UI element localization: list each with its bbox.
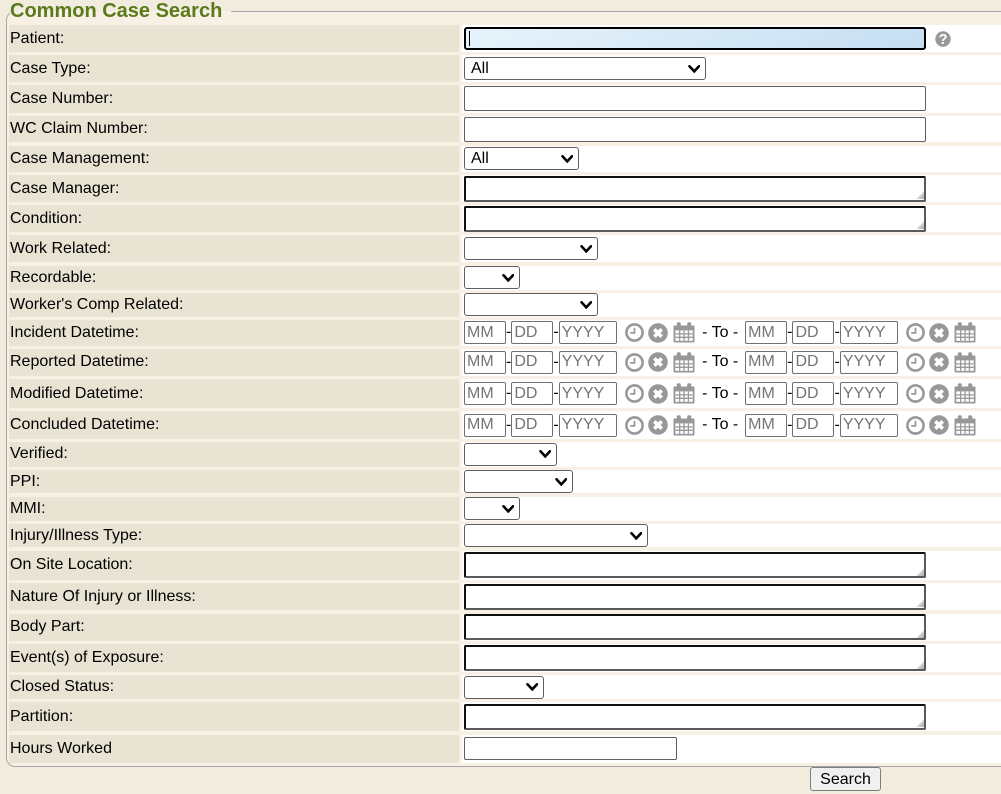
svg-text:?: ? bbox=[938, 32, 947, 47]
